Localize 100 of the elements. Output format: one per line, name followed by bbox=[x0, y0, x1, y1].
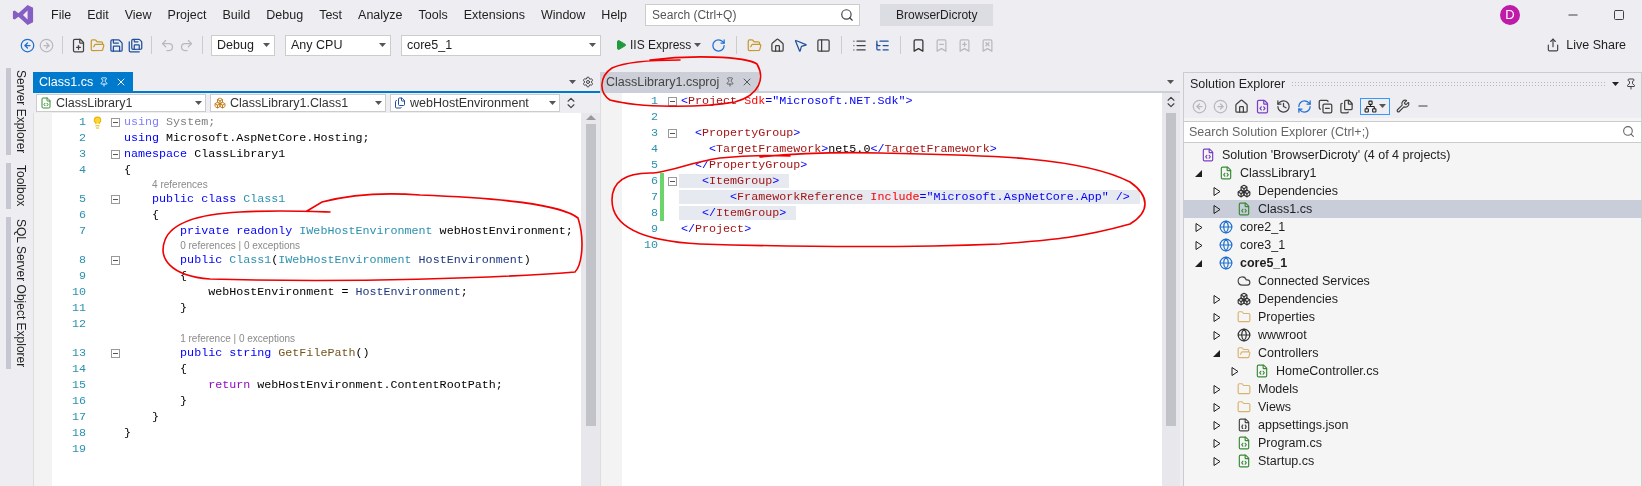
side-tab[interactable]: Toolbox bbox=[5, 163, 28, 209]
menu-item[interactable]: Extensions bbox=[455, 3, 533, 27]
run-button[interactable]: IIS Express bbox=[611, 38, 706, 52]
bookmark-icon[interactable] bbox=[911, 37, 927, 53]
collapse-all-icon[interactable] bbox=[1318, 98, 1333, 114]
collapsed-arrow-icon[interactable] bbox=[1213, 294, 1221, 304]
panel-icon[interactable] bbox=[816, 37, 832, 53]
menu-item[interactable]: Window bbox=[532, 3, 594, 27]
pointer-icon[interactable] bbox=[793, 37, 809, 53]
tree-item[interactable]: Dependencies bbox=[1184, 290, 1641, 308]
save-icon[interactable] bbox=[109, 37, 124, 53]
tree-item[interactable]: Connected Services bbox=[1184, 272, 1641, 290]
menu-item[interactable]: Test bbox=[311, 3, 351, 27]
startup-project-dropdown[interactable]: core5_1 bbox=[401, 34, 601, 56]
collapse-icon[interactable] bbox=[667, 128, 677, 138]
expanded-arrow-icon[interactable] bbox=[1195, 168, 1203, 178]
menu-item[interactable]: View bbox=[116, 3, 160, 27]
collapsed-arrow-icon[interactable] bbox=[1195, 222, 1203, 232]
collapsed-arrow-icon[interactable] bbox=[1231, 366, 1239, 376]
expanded-arrow-icon[interactable] bbox=[1213, 348, 1221, 358]
menu-item[interactable]: Project bbox=[159, 3, 215, 27]
tree-item[interactable]: Models bbox=[1184, 380, 1641, 398]
home-icon[interactable] bbox=[770, 37, 786, 53]
tree-item[interactable]: Properties bbox=[1184, 308, 1641, 326]
collapsed-arrow-icon[interactable] bbox=[1213, 402, 1221, 412]
tree-item[interactable]: HomeController.cs bbox=[1184, 362, 1641, 380]
search-field[interactable]: Search Solution Explorer (Ctrl+;) bbox=[1184, 121, 1641, 143]
editor-tab[interactable]: ClassLibrary1.csproj bbox=[600, 72, 760, 91]
tree-item[interactable]: Controllers bbox=[1184, 344, 1641, 362]
navigation-dropdown[interactable]: ClassLibrary1.Class1 bbox=[210, 94, 386, 112]
collapse-icon[interactable] bbox=[667, 96, 677, 106]
collapse-icon[interactable] bbox=[110, 255, 120, 265]
code-lens[interactable]: 1 reference | 0 exceptions bbox=[180, 333, 296, 344]
collapsed-arrow-icon[interactable] bbox=[1213, 456, 1221, 466]
back-icon[interactable] bbox=[20, 37, 35, 53]
editor-tab[interactable]: Class1.cs bbox=[33, 72, 134, 91]
side-tab[interactable]: SQL Server Object Explorer bbox=[5, 216, 28, 370]
collapsed-arrow-icon[interactable] bbox=[1213, 312, 1221, 322]
navigation-dropdown[interactable]: ClassLibrary1 bbox=[36, 94, 206, 112]
collapsed-arrow-icon[interactable] bbox=[1213, 204, 1221, 214]
collapsed-arrow-icon[interactable] bbox=[1213, 438, 1221, 448]
account-avatar[interactable]: D bbox=[1500, 5, 1520, 25]
save-all-icon[interactable] bbox=[128, 37, 143, 53]
tree-item[interactable]: Class1.cs bbox=[1184, 200, 1641, 218]
tree-item[interactable]: core5_1 bbox=[1184, 254, 1641, 272]
refresh-icon[interactable] bbox=[711, 37, 727, 53]
side-tab[interactable]: Server Explorer bbox=[5, 68, 28, 156]
history-icon[interactable] bbox=[1276, 98, 1291, 114]
tree-item[interactable]: core2_1 bbox=[1184, 218, 1641, 236]
search-icon[interactable] bbox=[840, 8, 855, 22]
expanded-arrow-icon[interactable] bbox=[1195, 258, 1203, 268]
tree-item[interactable]: Views bbox=[1184, 398, 1641, 416]
collapsed-arrow-icon[interactable] bbox=[1213, 186, 1221, 196]
sync-toggle[interactable] bbox=[1360, 97, 1390, 115]
scrollbar-thumb[interactable] bbox=[1166, 113, 1176, 426]
menu-item[interactable]: Analyze bbox=[350, 3, 411, 27]
collapsed-arrow-icon[interactable] bbox=[1195, 240, 1203, 250]
tree-item[interactable]: appsettings.json bbox=[1184, 416, 1641, 434]
list-tree-icon[interactable] bbox=[875, 37, 891, 53]
list-icon[interactable] bbox=[852, 37, 868, 53]
menu-item[interactable]: Build bbox=[214, 3, 259, 27]
collapse-icon[interactable] bbox=[110, 348, 120, 358]
pin-icon[interactable] bbox=[1625, 77, 1637, 90]
code-lens[interactable]: 4 references bbox=[152, 179, 208, 190]
tree-item[interactable]: core3_1 bbox=[1184, 236, 1641, 254]
search-field[interactable]: Search (Ctrl+Q) bbox=[645, 4, 861, 26]
collapse-icon[interactable] bbox=[110, 117, 120, 127]
tree-item[interactable]: Startup.cs bbox=[1184, 452, 1641, 470]
new-file-icon[interactable] bbox=[71, 37, 86, 53]
platform-dropdown[interactable]: Any CPU bbox=[285, 34, 391, 56]
wrench-icon[interactable] bbox=[1396, 99, 1410, 113]
collapse-icon[interactable] bbox=[667, 176, 677, 186]
search-icon[interactable] bbox=[1622, 125, 1635, 138]
sync-icon[interactable] bbox=[1297, 98, 1312, 114]
collapse-icon[interactable] bbox=[110, 194, 120, 204]
tree-item[interactable]: Solution 'BrowserDicroty' (4 of 4 projects) bbox=[1184, 146, 1641, 164]
menu-item[interactable]: Debug bbox=[258, 3, 312, 27]
live-share-button[interactable]: Live Share bbox=[1540, 37, 1632, 53]
menu-item[interactable]: Tools bbox=[410, 3, 456, 27]
scrollbar-thumb[interactable] bbox=[585, 124, 596, 426]
maximize-icon[interactable] bbox=[1613, 9, 1625, 21]
menu-item[interactable]: Edit bbox=[79, 3, 117, 27]
menu-item[interactable]: File bbox=[43, 3, 80, 27]
tree-item[interactable]: Program.cs bbox=[1184, 434, 1641, 452]
home-icon[interactable] bbox=[1234, 98, 1249, 114]
menu-item[interactable]: Help bbox=[593, 3, 636, 27]
files-icon[interactable] bbox=[1339, 98, 1354, 114]
line-number: 5 bbox=[78, 192, 86, 206]
collapsed-arrow-icon[interactable] bbox=[1213, 384, 1221, 394]
tree-item[interactable]: wwwroot bbox=[1184, 326, 1641, 344]
configuration-dropdown[interactable]: Debug bbox=[211, 34, 275, 56]
tree-item[interactable]: ClassLibrary1 bbox=[1184, 164, 1641, 182]
collapsed-arrow-icon[interactable] bbox=[1213, 330, 1221, 340]
settings-icon[interactable] bbox=[582, 75, 594, 88]
collapsed-arrow-icon[interactable] bbox=[1213, 420, 1221, 430]
tree-item[interactable]: Dependencies bbox=[1184, 182, 1641, 200]
navigation-dropdown[interactable]: webHostEnvironment bbox=[390, 94, 560, 112]
collapse-icon[interactable] bbox=[110, 149, 120, 159]
code-lens[interactable]: 0 references | 0 exceptions bbox=[180, 240, 301, 251]
file-code-icon[interactable] bbox=[1255, 98, 1270, 114]
